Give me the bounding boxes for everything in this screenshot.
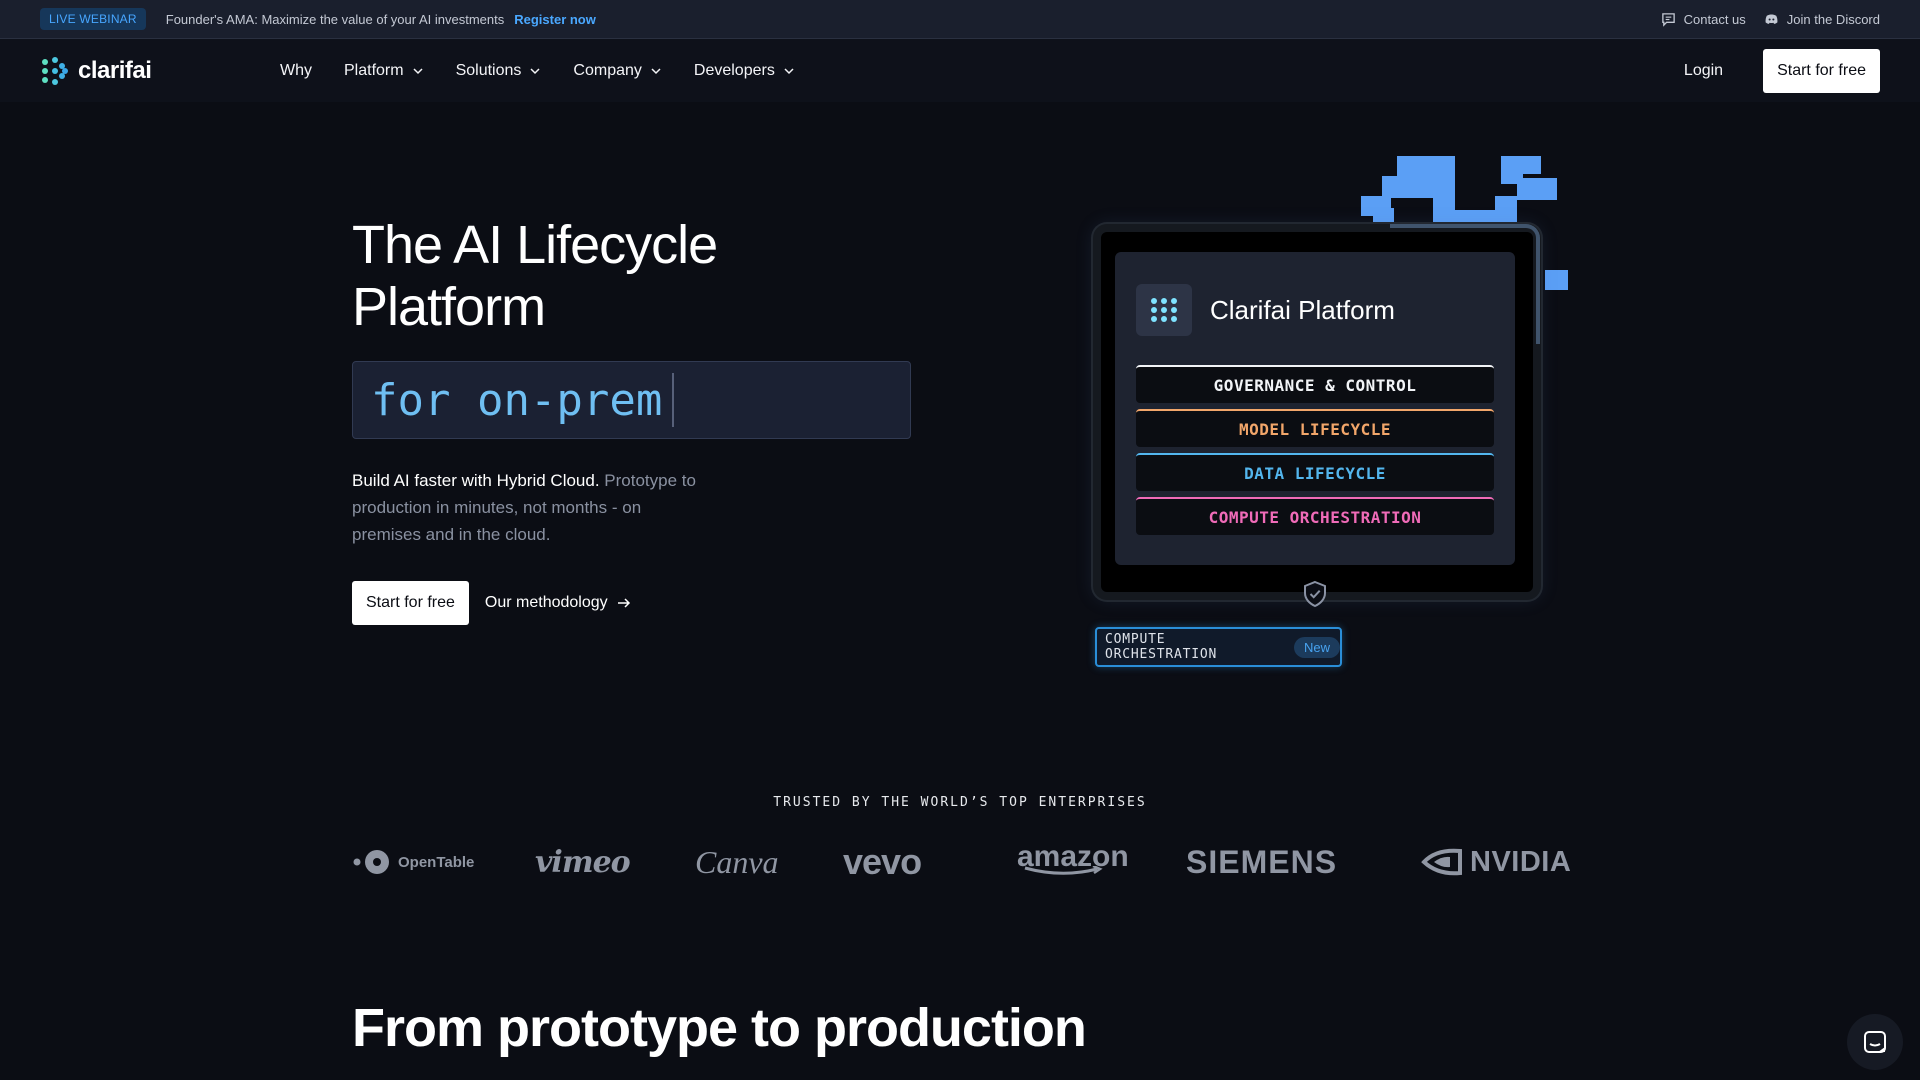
join-discord-link[interactable]: Join the Discord [1764,12,1880,27]
nav-item-label: Company [573,61,642,79]
announcement-message: Founder's AMA: Maximize the value of you… [165,11,505,27]
contact-us-label: Contact us [1683,11,1746,27]
customer-logos: OpenTable vimeo Canva vevo amazon SIEMEN… [352,841,1571,882]
register-now-link[interactable]: Register now [514,12,596,27]
nav-item-developers[interactable]: Developers [694,62,795,80]
join-discord-label: Join the Discord [1786,11,1880,27]
vimeo-logo: vimeo [535,842,631,882]
layer-label: DATA LIFECYCLE [1244,463,1386,483]
hero-description: Build AI faster with Hybrid Cloud. Proto… [352,467,712,548]
login-link[interactable]: Login [1684,62,1723,80]
layer-data-lifecycle: DATA LIFECYCLE [1136,453,1494,491]
layer-label: MODEL LIFECYCLE [1239,419,1391,439]
layer-compute-orchestration: COMPUTE ORCHESTRATION [1136,497,1494,535]
our-methodology-label: Our methodology [484,594,608,611]
contact-us-link[interactable]: Contact us [1661,12,1746,27]
nav-item-label: Platform [344,61,404,79]
announcement-bar: LIVE WEBINAR Founder's AMA: Maximize the… [0,0,1920,39]
chevron-down-icon [413,67,423,74]
hero-title: The AI Lifecycle Platform [352,214,912,338]
discord-icon [1765,14,1778,24]
layer-governance: GOVERNANCE & CONTROL [1136,365,1494,403]
our-methodology-link[interactable]: Our methodology [485,594,632,612]
nav-item-company[interactable]: Company [573,62,661,80]
typewriter-box: for on-prem [352,361,911,439]
layer-label: GOVERNANCE & CONTROL [1213,375,1417,395]
clarifai-logo[interactable]: clarifai [40,56,240,85]
platform-panel: Clarifai Platform GOVERNANCE & CONTROL M… [1115,252,1515,565]
chevron-down-icon [784,67,794,74]
logo-text: vevo [843,841,922,882]
nav-item-platform[interactable]: Platform [344,62,424,80]
trusted-heading: TRUSTED BY THE WORLD’S TOP ENTERPRISES [773,795,1147,810]
badge-label: COMPUTE ORCHESTRATION [1105,632,1218,662]
layer-model-lifecycle: MODEL LIFECYCLE [1136,409,1494,447]
nav-menu: Why Platform Solutions Company Developer… [280,62,795,80]
vevo-logo: vevo [843,841,922,882]
hero-description-strong: Build AI faster with Hybrid Cloud. [352,471,600,490]
chevron-down-icon [651,67,661,74]
compute-orchestration-badge[interactable]: COMPUTE ORCHESTRATION New [1095,627,1342,667]
nav-item-label: Solutions [455,61,522,79]
chat-bubble-icon [1661,12,1675,27]
opentable-logo: OpenTable [352,842,474,882]
typed-text: for on-prem [371,374,663,426]
nav-item-why[interactable]: Why [280,62,312,80]
hero-title-line-1: The AI Lifecycle [352,215,718,275]
typing-caret [672,373,675,427]
logo-text: OpenTable [398,853,475,871]
logo-text: SIEMENS [1186,843,1338,880]
live-webinar-badge: LIVE WEBINAR [40,8,146,30]
canva-logo: Canva [695,842,779,882]
nav-item-label: Why [280,61,312,79]
logo-text: Canva [695,843,779,880]
brand-name: clarifai [78,56,152,84]
nav-item-solutions[interactable]: Solutions [456,62,542,80]
hero-cta-group: Start for free Our methodology [352,581,632,625]
panel-header: Clarifai Platform [1136,284,1395,336]
main-nav: clarifai Why Platform Solutions Company … [0,39,1920,102]
shield-check-icon [1304,580,1326,608]
clarifai-app-icon [1136,284,1192,336]
logo-text: NVIDIA [1470,845,1572,878]
chat-widget-button[interactable] [1847,1014,1903,1070]
clarifai-logo-icon [42,56,68,85]
messenger-icon [1864,1031,1886,1053]
new-tag: New [1293,636,1340,658]
nav-start-free-button[interactable]: Start for free [1763,48,1880,93]
siemens-logo: SIEMENS [1186,842,1337,882]
section-title: From prototype to production [352,998,1087,1058]
nvidia-logo: NVIDIA [1420,842,1571,882]
logo-text: vimeo [535,844,631,880]
chevron-down-icon [530,67,540,74]
amazon-logo: amazon [1017,842,1129,882]
layer-label: COMPUTE ORCHESTRATION [1208,507,1422,527]
hero-start-free-button[interactable]: Start for free [352,581,469,625]
arrow-right-icon [617,598,630,608]
panel-title: Clarifai Platform [1210,294,1395,325]
hero-title-line-2: Platform [352,277,546,337]
nav-item-label: Developers [693,61,775,79]
